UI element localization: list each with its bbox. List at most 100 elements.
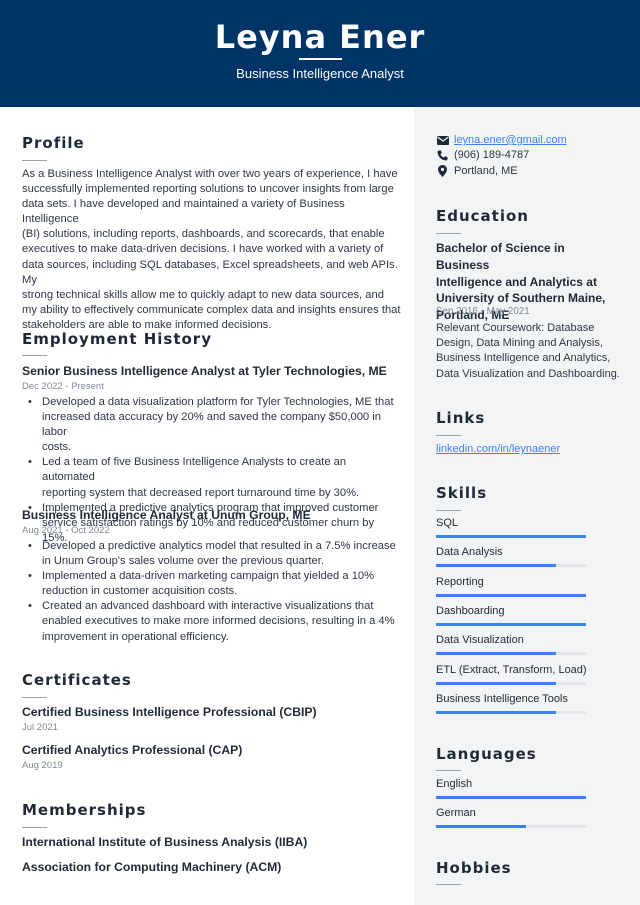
job-bullets: Developed a predictive analytics model t… [22, 539, 402, 645]
employment-heading: Employment History [22, 330, 212, 348]
location-text: Portland, ME [454, 165, 518, 177]
profile-line: strong technical skills allow me to quic… [22, 288, 384, 301]
profile-heading: Profile [22, 134, 85, 152]
skill-level-bar [436, 710, 586, 714]
bullet-line: enabled executives to make more informed… [42, 615, 395, 628]
skill-level-bar [436, 622, 586, 626]
profile-line: successfully implemented reporting solut… [22, 183, 394, 196]
job-bullet: Developed a predictive analytics model t… [22, 539, 402, 569]
profile-line: (BI) solutions, including reports, dashb… [22, 228, 385, 241]
skill-level-fill [436, 681, 556, 685]
languages-heading-rule [436, 770, 461, 771]
candidate-name: Leyna Ener [214, 18, 426, 56]
map-pin-icon [436, 165, 449, 177]
hobbies-heading-rule [436, 884, 461, 885]
bullet-line: improvement in operational efficiency. [42, 630, 229, 643]
profile-line: data sources, including SQL databases, E… [22, 258, 398, 286]
envelope-icon [436, 134, 449, 146]
bullet-line: Developed a data visualization platform … [42, 396, 394, 408]
links-heading-rule [436, 435, 461, 436]
job-bullet: Created an advanced dashboard with inter… [22, 599, 402, 644]
bullet-line: reduction in customer acquisition costs. [42, 585, 238, 598]
hobbies-heading: Hobbies [436, 859, 512, 877]
education-heading-rule [436, 233, 461, 234]
bullet-line: Developed a predictive analytics model t… [42, 540, 396, 552]
profile-heading-rule [22, 160, 47, 161]
skill-level-bar [436, 593, 586, 597]
description-line: Relevant Coursework: Database [436, 322, 595, 334]
employment-heading-rule [22, 355, 47, 356]
skill-level-bar [436, 652, 586, 656]
contact-phone: (906) 189-4787 [436, 149, 529, 161]
bullet-line: increased data accuracy by 20% and saved… [42, 411, 381, 439]
phone-number: (906) 189-4787 [454, 149, 530, 161]
language-level-fill [436, 825, 526, 829]
education-dates: Sep 2016 - May 2021 [436, 306, 530, 317]
bullet-line: Led a team of five Business Intelligence… [42, 456, 347, 484]
profile-line: executives to make data-driven decisions… [22, 243, 384, 256]
profile-summary: As a Business Intelligence Analyst with … [22, 167, 402, 333]
certificate-name: Certified Analytics Professional (CAP) [22, 743, 243, 757]
language-level-fill [436, 796, 586, 799]
membership-item: International Institute of Business Anal… [22, 835, 308, 849]
membership-item: Association for Computing Machinery (ACM… [22, 860, 282, 874]
bullet-line: Created an advanced dashboard with inter… [42, 600, 374, 613]
skill-level-fill [436, 564, 556, 568]
degree-line: Intelligence and Analytics at [436, 274, 597, 289]
degree-line: University of Southern Maine, [436, 291, 606, 306]
bullet-line: costs. [42, 441, 72, 454]
language-label: English [436, 778, 473, 790]
skill-label: Data Visualization [436, 634, 524, 647]
bullet-line: in Unum Group's sales volume over the pr… [42, 555, 324, 568]
job-bullet: Developed a data visualization platform … [22, 395, 402, 455]
profile-line: data sets. I have developed and maintain… [22, 198, 345, 226]
links-heading: Links [436, 409, 486, 427]
skill-level-fill [436, 593, 586, 597]
certificate-name: Certified Business Intelligence Professi… [22, 705, 317, 719]
resume-header: Leyna Ener Business Intelligence Analyst [0, 0, 640, 107]
skills-heading-rule [436, 510, 461, 511]
skill-label: Reporting [436, 575, 484, 588]
education-description: Relevant Coursework: Database Design, Da… [436, 321, 626, 382]
certificates-heading-rule [22, 697, 47, 698]
candidate-title: Business Intelligence Analyst [236, 66, 404, 81]
skill-level-bar [436, 535, 586, 538]
job-bullet: Implemented a data-driven marketing camp… [22, 569, 402, 599]
bullet-line: reporting system that decreased report t… [42, 486, 360, 499]
skill-label: Data Analysis [436, 546, 503, 559]
job-dates: Dec 2022 - Present [22, 381, 104, 392]
memberships-heading: Memberships [22, 801, 147, 819]
contact-location: Portland, ME [436, 165, 518, 177]
certificate-date: Aug 2019 [22, 760, 63, 771]
contact-email: leyna.ener@gmail.com [436, 134, 567, 146]
header-divider [299, 58, 342, 60]
job-title: Senior Business Intelligence Analyst at … [22, 364, 387, 378]
degree-line: Bachelor of Science in Business [436, 241, 565, 272]
email-link[interactable]: leyna.ener@gmail.com [454, 134, 567, 146]
linkedin-link[interactable]: linkedin.com/in/leynaener [436, 443, 560, 455]
profile-line: As a Business Intelligence Analyst with … [22, 168, 398, 180]
skill-label: Dashboarding [436, 604, 505, 617]
skill-level-bar [436, 681, 586, 685]
language-label: German [436, 807, 476, 820]
skill-label: SQL [436, 517, 459, 529]
skill-level-fill [436, 652, 556, 656]
skill-label: Business Intelligence Tools [436, 692, 568, 705]
languages-heading: Languages [436, 745, 537, 763]
memberships-heading-rule [22, 827, 47, 828]
description-line: Design, Data Mining and Analysis, [436, 337, 603, 350]
phone-icon [436, 149, 449, 161]
job-bullets: Developed a data visualization platform … [22, 395, 402, 546]
language-level-bar [436, 796, 586, 799]
skill-level-fill [436, 622, 586, 626]
skill-label: ETL (Extract, Transform, Load) [436, 663, 587, 676]
job-bullet: Led a team of five Business Intelligence… [22, 455, 402, 500]
profile-line: my ability to effectively communicate co… [22, 303, 401, 316]
job-title: Business Intelligence Analyst at Unum Gr… [22, 508, 311, 522]
description-line: Business Intelligence and Analytics, [436, 352, 611, 365]
skill-level-fill [436, 710, 556, 714]
description-line: Data Visualization and Dashboarding. [436, 367, 620, 380]
education-heading: Education [436, 207, 529, 225]
language-level-bar [436, 825, 586, 829]
skill-level-bar [436, 564, 586, 568]
